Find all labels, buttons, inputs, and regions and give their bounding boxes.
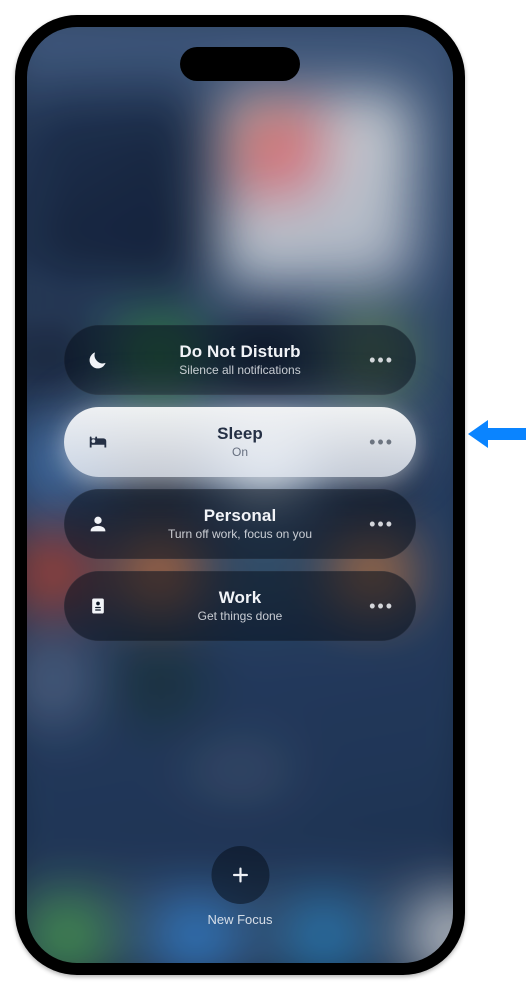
focus-mode-do-not-disturb[interactable]: Do Not Disturb Silence all notifications… <box>64 325 416 395</box>
more-icon[interactable]: ••• <box>370 596 394 617</box>
focus-mode-text: Do Not Disturb Silence all notifications <box>126 342 354 377</box>
more-icon[interactable]: ••• <box>370 350 394 371</box>
more-icon[interactable]: ••• <box>370 514 394 535</box>
bed-icon <box>86 430 110 454</box>
focus-picker: Do Not Disturb Silence all notifications… <box>27 27 453 963</box>
focus-mode-text: Work Get things done <box>126 588 354 623</box>
focus-mode-subtitle: Silence all notifications <box>126 364 354 378</box>
focus-mode-subtitle: Turn off work, focus on you <box>126 528 354 542</box>
focus-mode-title: Do Not Disturb <box>126 342 354 362</box>
focus-mode-work[interactable]: Work Get things done ••• <box>64 571 416 641</box>
moon-icon <box>86 348 110 372</box>
focus-mode-list: Do Not Disturb Silence all notifications… <box>64 325 416 641</box>
device-frame: Do Not Disturb Silence all notifications… <box>15 15 465 975</box>
focus-mode-sleep[interactable]: Sleep On ••• <box>64 407 416 477</box>
focus-mode-title: Personal <box>126 506 354 526</box>
person-icon <box>86 512 110 536</box>
focus-mode-subtitle: On <box>126 446 354 460</box>
focus-mode-text: Personal Turn off work, focus on you <box>126 506 354 541</box>
focus-mode-title: Work <box>126 588 354 608</box>
focus-mode-personal[interactable]: Personal Turn off work, focus on you ••• <box>64 489 416 559</box>
new-focus: New Focus <box>207 846 272 927</box>
callout-arrow <box>468 418 526 450</box>
plus-icon <box>229 864 251 886</box>
badge-icon <box>86 594 110 618</box>
screen: Do Not Disturb Silence all notifications… <box>27 27 453 963</box>
more-icon[interactable]: ••• <box>370 432 394 453</box>
new-focus-button[interactable] <box>211 846 269 904</box>
focus-mode-subtitle: Get things done <box>126 610 354 624</box>
dynamic-island <box>180 47 300 81</box>
focus-mode-title: Sleep <box>126 424 354 444</box>
new-focus-label: New Focus <box>207 912 272 927</box>
focus-mode-text: Sleep On <box>126 424 354 459</box>
